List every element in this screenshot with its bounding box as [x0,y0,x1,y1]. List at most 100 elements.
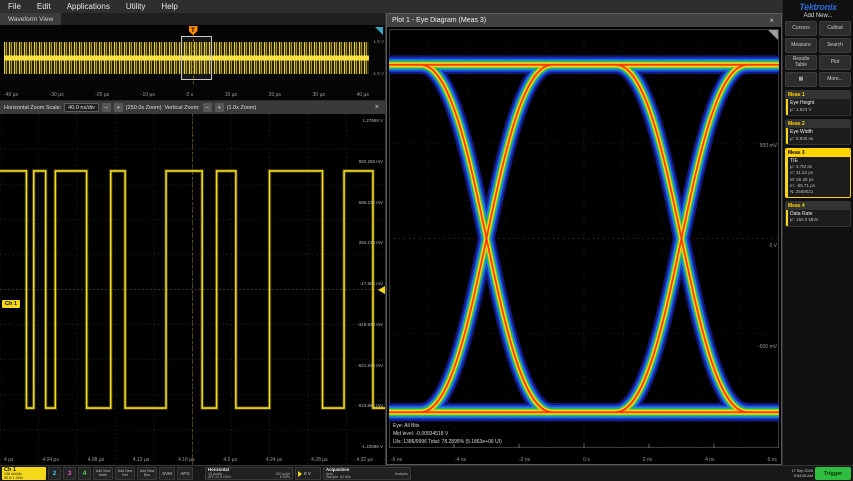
meas-3-name: TIE [790,158,848,165]
eye-window-title: Plot 1 - Eye Diagram (Meas 3) [392,17,486,24]
h-zoom-out-button[interactable]: – [102,103,111,112]
overview-tick: 30 µs [313,92,325,98]
svm-button[interactable]: SVM [159,467,175,480]
meas-2-header: Meas 2 [786,120,850,128]
v-zoom-in-button[interactable]: + [215,103,224,112]
trigger-level-value: 0 V [304,471,311,476]
tektronix-logo: Tektronix [799,2,836,12]
overview-tick: -20 µs [95,92,109,98]
grid-tools-icon: ▦ [799,77,804,83]
cursors-button[interactable]: Cursors [785,21,817,36]
add-new-label: Add New... [803,13,832,19]
waveform-view-panel: Waveform View T 1.5 V -1.5 V -40 µs -30 … [0,13,386,465]
zoom-waveform-plot[interactable]: 1.27659 V 892.255 mV 586.235 mV 284.216 … [0,114,385,465]
channel-1-badge[interactable]: Ch 1 136 mV/div 50 Ω 1 GHz [2,467,46,480]
trigger-button[interactable]: Trigger [815,467,851,480]
sidebar-buttons: Cursors Callout Measure Search Results T… [785,21,851,87]
meas-4-value: µ': 160.0 Mb/s [790,217,848,223]
close-icon[interactable]: × [767,16,776,25]
datetime: 17 Sep 2025 9:54:06 AM [791,467,813,480]
meas-badge-1[interactable]: Meas 1 Eye Height µ': 1.824 V [785,90,851,116]
waveform-overview[interactable]: T 1.5 V -1.5 V -40 µs -30 µs -20 µs -10 … [0,25,385,101]
overview-tick: -40 µs [4,92,18,98]
tab-waveform-view[interactable]: Waveform View [0,13,61,25]
meas-3-header: Meas 3 [786,149,850,157]
trigger-level-arrow[interactable] [378,286,385,294]
right-sidebar: Tektronix Add New... Cursors Callout Mea… [782,0,853,465]
eye-scale-icon [768,30,778,40]
eye-x-tick: 6 ns [767,457,776,463]
eye-x-tick: 2 ns [643,457,652,463]
overview-time-axis: -40 µs -30 µs -20 µs -10 µs 0 s 10 µs 20… [4,92,369,98]
eye-x-tick: -2 ns [519,457,530,463]
eye-diagram-plot[interactable]: 500 mV 0 V -500 mV Eye: All Bits Mid lev… [387,27,781,464]
horizontal-zoom-scale-field[interactable]: 40.0 ns/div [64,103,99,112]
bottom-bar: Ch 1 136 mV/div 50 Ω 1 GHz 2 3 4 Add New… [0,465,853,481]
meas-1-header: Meas 1 [786,91,850,99]
bottom-bar-spacer [413,467,789,480]
plot-button[interactable]: Plot [819,55,851,70]
meas-badge-2[interactable]: Meas 2 Eye Width µ': 5.936 ns [785,119,851,145]
channel-3-button[interactable]: 3 [63,467,76,480]
horizontal-position: ● 50% [280,476,290,480]
overview-tick: 40 µs [357,92,369,98]
eye-x-tick: 4 ns [705,457,714,463]
overview-vmin-label: -1.5 V [372,71,384,76]
trigger-level-chip[interactable]: 0 V [295,467,321,480]
channel-2-button[interactable]: 2 [48,467,61,480]
eye-x-tick: -4 ns [455,457,466,463]
add-new-ref-button[interactable]: Add New Ref [115,467,135,480]
menu-utility[interactable]: Utility [126,2,146,11]
eye-diagram-window: Plot 1 - Eye Diagram (Meas 3) × 500 mV 0… [386,13,782,465]
meas-4-header: Meas 4 [786,202,850,210]
more-button[interactable]: More... [819,72,851,87]
meas-1-body: Eye Height µ': 1.824 V [786,99,850,115]
afg-button[interactable]: AFG [177,467,193,480]
meas-1-name: Eye Height [790,100,848,107]
trigger-level-icon [298,471,302,477]
overview-tick: 0 s [186,92,193,98]
channel-badge-ch1[interactable]: Ch 1 [2,300,20,308]
meas-4-name: Data Rate [790,211,848,218]
meas-2-body: Eye Width µ': 5.936 ns [786,128,850,144]
zoom-waveform-svg [0,114,385,465]
meas-3-body: TIE µ': 3.7M as σ': 11.22 ps M: 56.38 ps… [786,157,850,197]
meas-badge-3[interactable]: Meas 3 TIE µ': 3.7M as σ': 11.22 ps M: 5… [785,148,851,198]
menu-applications[interactable]: Applications [67,2,110,11]
eye-stats-line2: Mid level: -0.00934518 V [393,430,502,438]
search-button[interactable]: Search [819,38,851,53]
zoom-close-icon[interactable]: × [373,104,381,111]
h-zoom-factor-label: (250.0x Zoom) [126,105,162,111]
add-new-bus-button[interactable]: Add New Bus [137,467,157,480]
overview-tick: -30 µs [50,92,64,98]
eye-y-tick: 500 mV [760,143,777,149]
eye-window-titlebar[interactable]: Plot 1 - Eye Diagram (Meas 3) × [387,14,781,27]
eye-time-axis: -6 ns -4 ns -2 ns 0 s 2 ns 4 ns 6 ns [391,457,777,463]
overview-scale-icon [375,27,383,35]
results-table-button[interactable]: Results Table [785,55,817,70]
acquisition-settings-panel[interactable]: Acquisition Auto Analysis Sample: 62 bit… [323,467,411,480]
tools-icon-button[interactable]: ▦ [785,72,817,87]
v-zoom-factor-label: (1.0x Zoom) [227,105,257,111]
menu-edit[interactable]: Edit [37,2,51,11]
meas-badge-4[interactable]: Meas 4 Data Rate µ': 160.0 Mb/s [785,201,851,227]
zoom-region-box[interactable] [181,36,212,80]
time-label: 9:54:06 AM [791,474,813,479]
menu-help[interactable]: Help [161,2,177,11]
add-new-math-button[interactable]: Add New Math [93,467,113,480]
meas-3-value: N: 2559021 [790,189,848,195]
v-zoom-out-button[interactable]: – [203,103,212,112]
overview-tick: 10 µs [225,92,237,98]
meas-1-value: µ': 1.824 V [790,107,848,113]
channel-4-button[interactable]: 4 [78,467,91,480]
menu-file[interactable]: File [8,2,21,11]
measure-button[interactable]: Measure [785,38,817,53]
horizontal-settings-panel[interactable]: Horizontal 10 µs/div 100 ps/pt SR: 12.5 … [205,467,293,480]
callout-button[interactable]: Callout [819,21,851,36]
meas-4-body: Data Rate µ': 160.0 Mb/s [786,210,850,226]
overview-tick: -10 µs [141,92,155,98]
eye-y-tick: -500 mV [758,344,777,350]
h-zoom-in-button[interactable]: + [114,103,123,112]
trigger-position-marker[interactable]: T [189,26,198,35]
eye-x-tick: -6 ns [391,457,402,463]
